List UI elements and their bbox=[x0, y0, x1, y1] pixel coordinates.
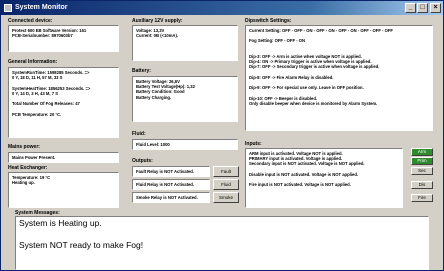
sec-button[interactable]: Sec bbox=[411, 167, 433, 175]
app-icon bbox=[4, 4, 12, 12]
prim-button[interactable]: Prim bbox=[411, 157, 433, 165]
fluid-label: Fluid: bbox=[132, 131, 146, 137]
fluid-relay-box: Fluid Relay is NOT Activated. bbox=[132, 179, 210, 190]
arm-button[interactable]: Arm bbox=[411, 148, 433, 156]
message-line: System NOT ready to make Fog! bbox=[19, 240, 144, 250]
dipswitch-label: Dipswitch Settings: bbox=[245, 18, 292, 24]
smoke-button[interactable]: Smoke bbox=[213, 192, 239, 203]
message-line bbox=[19, 229, 425, 240]
title-bar: System Monitor _ □ × bbox=[1, 1, 443, 15]
fault-relay-box: Fault Relay is NOT Activated. bbox=[132, 166, 210, 177]
close-icon[interactable]: × bbox=[430, 3, 441, 13]
inputs-label: Inputs: bbox=[245, 141, 262, 147]
dis-button[interactable]: Dis bbox=[411, 181, 433, 189]
system-messages-box: System is Heating up. System NOT ready t… bbox=[15, 216, 429, 270]
general-information-label: General Information: bbox=[8, 59, 58, 65]
input-fire-status: Fire input is NOT activated. Voltage is … bbox=[249, 182, 351, 188]
smoke-relay-box: Smoke Relay is NOT Activated. bbox=[132, 192, 210, 203]
battery-box: Battery Voltage: 26,6V Battery Test Volt… bbox=[132, 76, 238, 122]
mains-power-label: Mains power: bbox=[8, 144, 40, 150]
system-monitor-window: System Monitor _ □ × Connected device: P… bbox=[0, 0, 444, 271]
fault-button[interactable]: Fault bbox=[213, 166, 239, 177]
connected-device-box: Protect 600 EB Software Version: 161 PCB… bbox=[8, 25, 119, 52]
window-title: System Monitor bbox=[15, 4, 68, 11]
heat-exchanger-box: Temperature: 19 °C Heating up. bbox=[8, 172, 119, 208]
dipswitch-box: Current Setting: OFF - OFF - ON - OFF - … bbox=[245, 25, 433, 131]
fluid-level-box: Fluid Level: 1000 bbox=[132, 139, 238, 150]
aux-supply-box: Voltage: 13,3V Current: 0B (<10mA). bbox=[132, 25, 238, 61]
aux-supply-label: Auxiliary 12V supply: bbox=[132, 18, 183, 24]
inputs-box: ARM input is activated. Voltage NOT is a… bbox=[245, 148, 403, 208]
fire-button[interactable]: Fire bbox=[411, 194, 433, 202]
battery-label: Battery: bbox=[132, 68, 151, 74]
message-line: System is Heating up. bbox=[19, 218, 102, 228]
general-information-box: SystemRunTime: 1598285 Seconds. => 0 Y, … bbox=[8, 67, 119, 138]
fluid-button[interactable]: Fluid bbox=[213, 179, 239, 190]
maximize-icon[interactable]: □ bbox=[417, 3, 428, 13]
connected-device-label: Connected device: bbox=[8, 18, 53, 24]
mains-power-box: Mains Power Present. bbox=[8, 152, 119, 163]
heat-exchanger-label: Heat Exchanger: bbox=[8, 165, 48, 171]
outputs-label: Outputs: bbox=[132, 158, 153, 164]
minimize-icon[interactable]: _ bbox=[405, 3, 416, 13]
